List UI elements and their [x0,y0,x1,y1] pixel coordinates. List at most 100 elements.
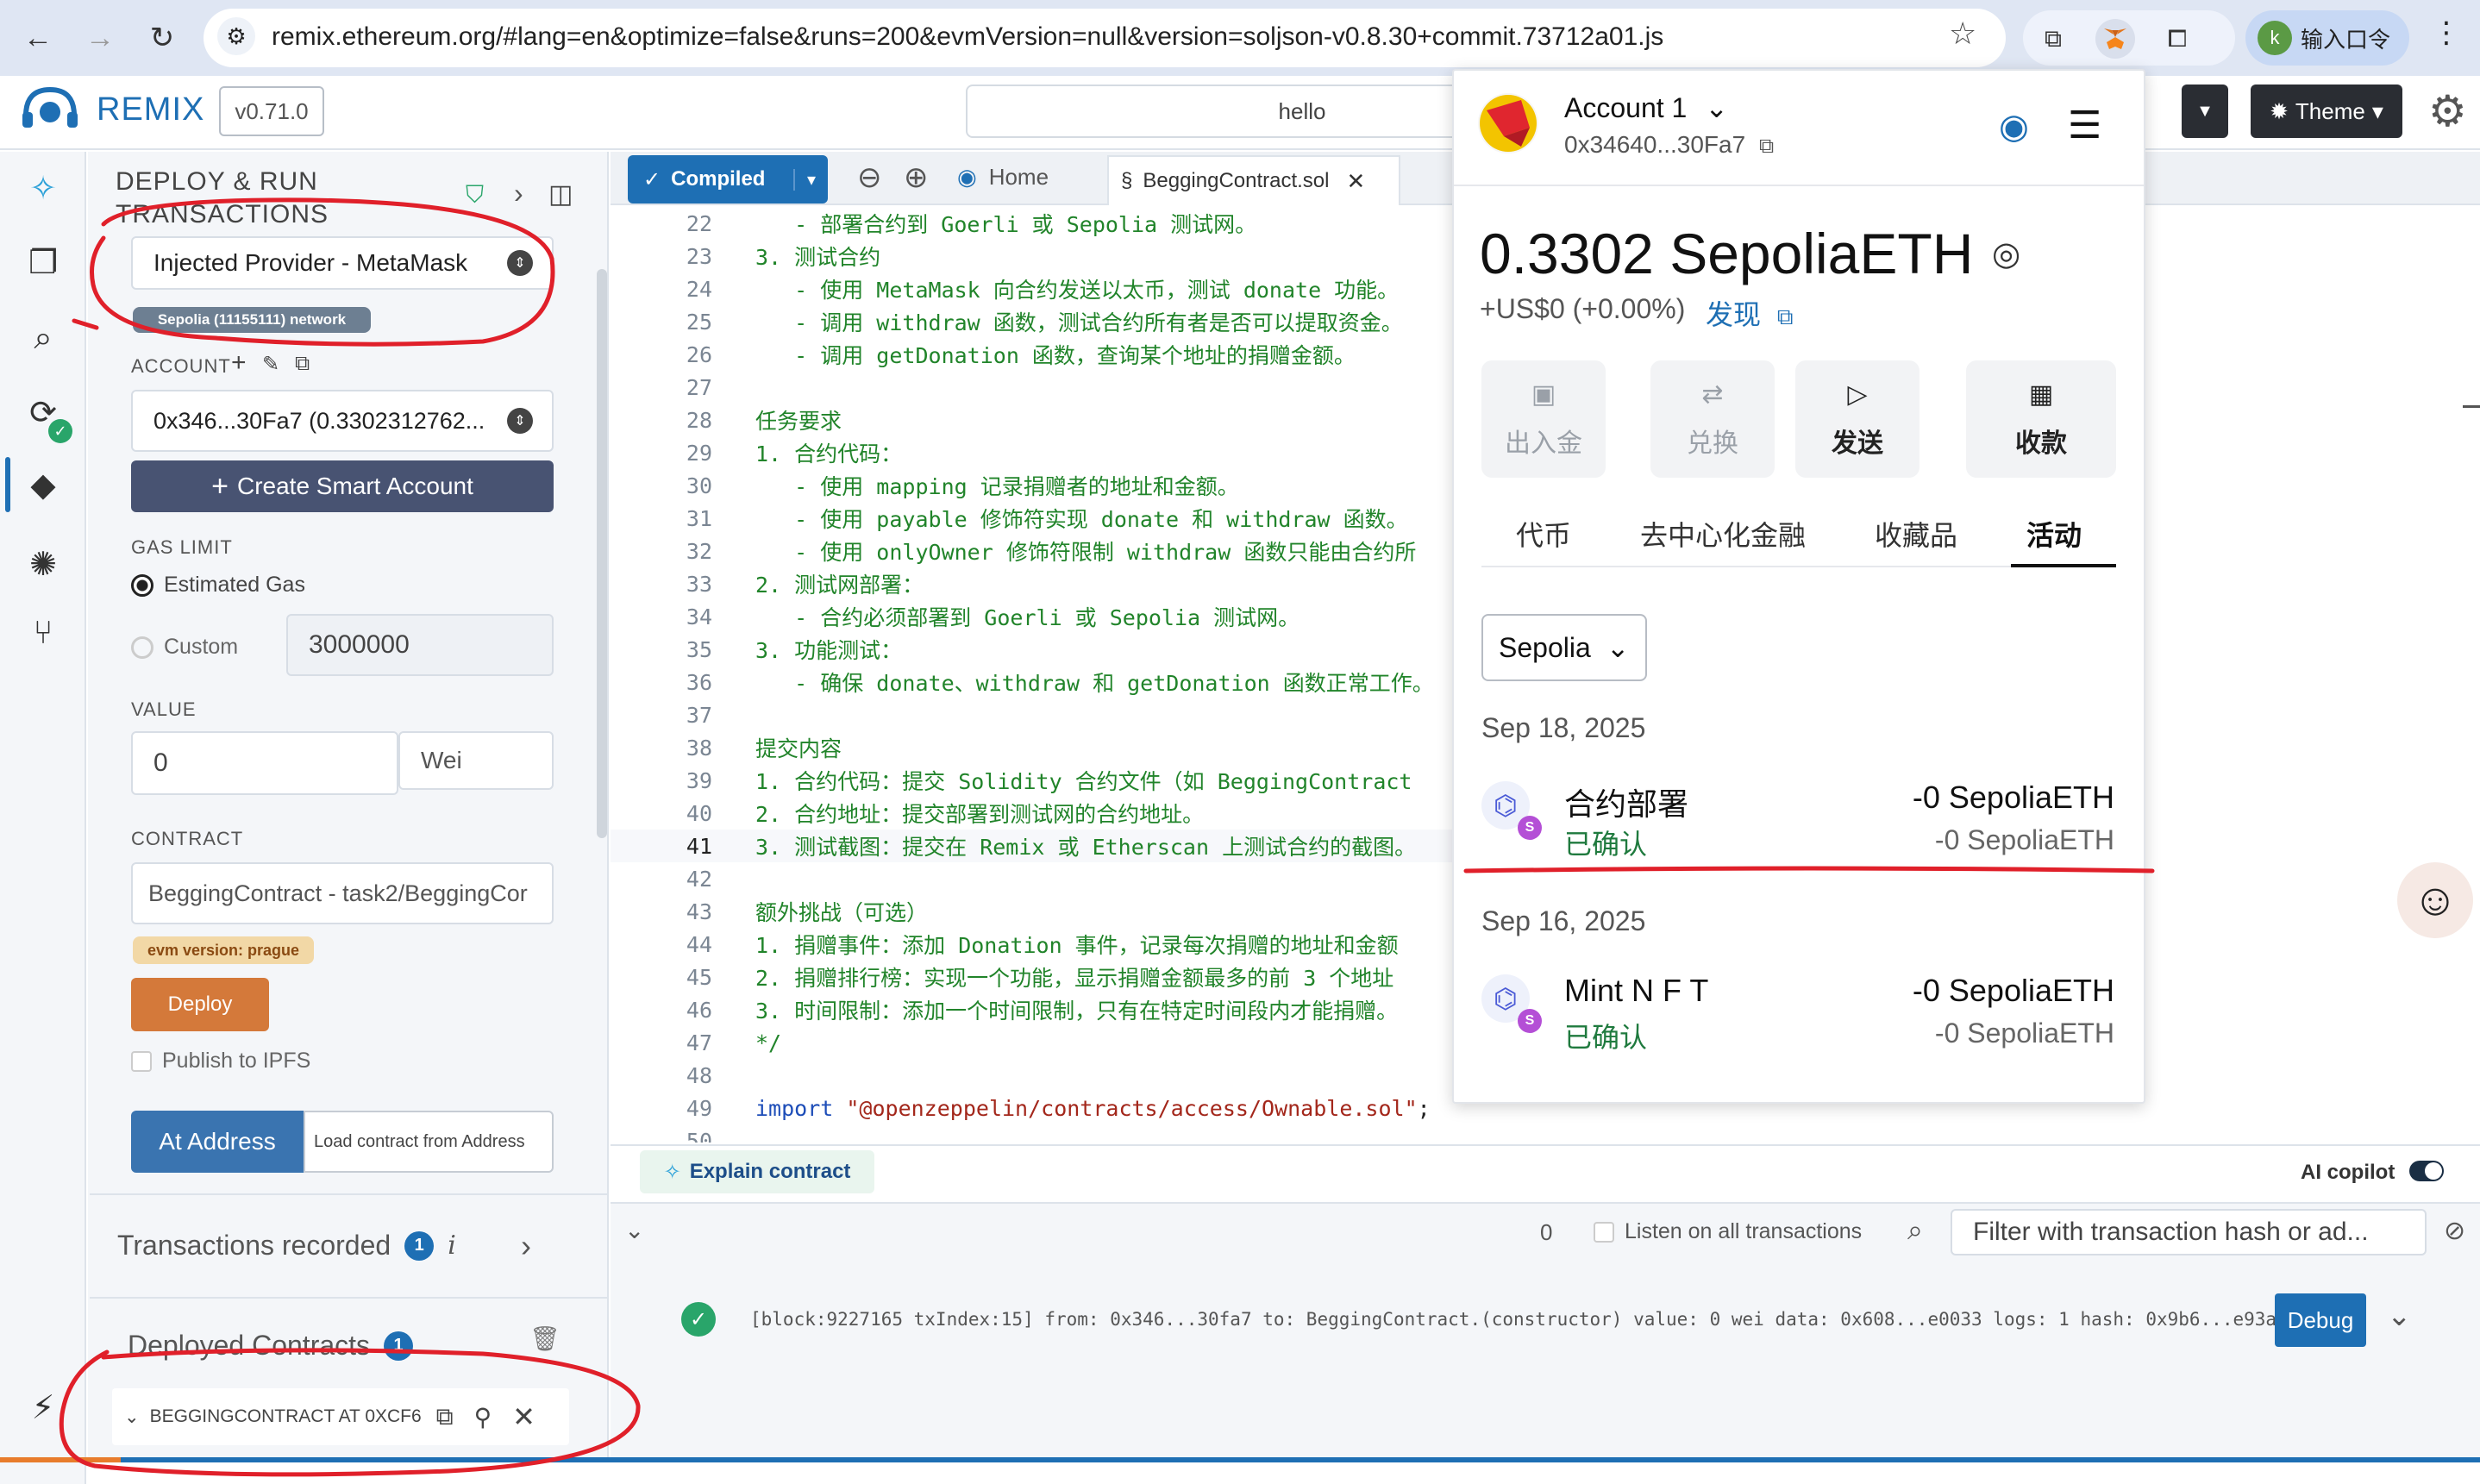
code-line[interactable]: 33 2. 测试网部署： [611,567,1507,600]
search-icon[interactable]: ⌕ [1907,1214,1923,1247]
edit-account-icon[interactable]: ✎ [262,352,279,377]
ai-copilot-toggle[interactable] [2409,1161,2444,1181]
bookmark-star-icon[interactable]: ☆ [1949,16,1976,52]
panel-scrollbar[interactable] [597,269,607,838]
profile-button[interactable]: k 输入口令 [2245,10,2409,66]
code-editor[interactable]: 22 - 部署合约到 Goerli 或 Sepolia 测试网。 23 3. 测试合… [611,207,1507,1143]
ai-icon[interactable]: ✧ [19,164,67,212]
explain-contract-button[interactable]: ✧ Explain contract [640,1150,874,1193]
compiled-button[interactable]: ✓ Compiled ▾ [628,155,828,204]
copy-icon[interactable]: ⧉ [436,1403,454,1431]
account-address[interactable]: 0x34640...30Fa7 ⧉ [1564,131,1774,159]
back-icon[interactable]: ← [16,16,60,60]
create-smart-account-button[interactable]: + Create Smart Account [131,460,554,512]
discover-link[interactable]: 发现 ⧉ [1706,293,1793,333]
publish-ipfs-checkbox[interactable]: Publish to IPFS [131,1049,310,1074]
url-text[interactable]: remix.ethereum.org/#lang=en&optimize=fal… [272,22,1663,52]
tab-file[interactable]: § BeggingContract.sol ✕ [1107,155,1400,205]
estimated-gas-radio[interactable]: Estimated Gas [131,573,305,598]
trash-icon[interactable]: 🗑 [529,1324,561,1353]
tab-activity[interactable]: 活动 [2026,514,2082,554]
browser-menu-icon[interactable]: ⋮ [2432,16,2461,50]
debugger-bug-icon[interactable]: ✺ [19,540,67,588]
deployed-contract-item[interactable]: ⌄ BEGGINGCONTRACT AT 0XCF6 ⧉ ⚲ ✕ [112,1388,569,1445]
code-line[interactable]: 40 2. 合约地址：提交部署到测试网的合约地址。 [611,797,1507,830]
dropdown-caret-icon[interactable]: ▼ [2182,85,2228,138]
listen-all-checkbox[interactable]: Listen on all transactions [1594,1219,1862,1244]
panel-toggle-icon[interactable]: ◫ [548,179,573,210]
add-account-icon[interactable]: + [231,348,247,378]
assistant-avatar-icon[interactable]: ☺ [2397,862,2473,938]
hamburger-menu-icon[interactable]: ☰ [2068,103,2101,147]
expand-tx-icon[interactable]: ⌄ [2387,1299,2412,1333]
chevron-right-icon[interactable]: › [514,178,523,210]
code-line[interactable]: 32 - 使用 onlyOwner 修饰符限制 withdraw 函数只能由合约… [611,535,1507,567]
code-line[interactable]: 41 3. 测试截图：提交在 Remix 或 Etherscan 上测试合约的截图… [611,830,1507,862]
at-address-button[interactable]: At Address [131,1111,304,1173]
pin-icon[interactable]: ⚲ [474,1403,492,1431]
code-line[interactable]: 26 - 调用 getDonation 函数，查询某个地址的捐赠金额。 [611,338,1507,371]
code-line[interactable]: 43 额外挑战（可选） [611,895,1507,928]
code-line[interactable]: 31 - 使用 payable 修饰符实现 donate 和 withdraw … [611,502,1507,535]
eye-icon[interactable]: ◎ [1992,235,2020,273]
zoom-out-icon[interactable]: ⊖ [857,160,882,195]
collapse-terminal-icon[interactable]: ⌄ [624,1216,644,1244]
caret-down-icon[interactable]: ▾ [792,168,828,191]
reload-icon[interactable]: ↻ [140,16,185,60]
code-line[interactable]: 46 3. 时间限制：添加一个时间限制，只有在特定时间段内才能捐赠。 [611,993,1507,1026]
code-line[interactable]: 48 [611,1059,1507,1092]
metamask-extension-icon[interactable] [2095,19,2135,59]
load-address-input[interactable]: Load contract from Address [304,1111,554,1173]
code-line[interactable]: 35 3. 功能测试： [611,633,1507,666]
code-line[interactable]: 44 1. 捐赠事件：添加 Donation 事件，记录每次捐赠的地址和金额 [611,928,1507,961]
info-icon[interactable]: i [448,1230,456,1261]
tx-log-line[interactable]: [block:9227165 txIndex:15] from: 0x346..… [750,1309,2288,1330]
copy-account-icon[interactable]: ⧉ [295,352,310,376]
tab-nfts[interactable]: 收藏品 [1875,514,1957,554]
code-line[interactable]: 22 - 部署合约到 Goerli 或 Sepolia 测试网。 [611,207,1507,240]
code-line[interactable]: 34 - 合约必须部署到 Goerli 或 Sepolia 测试网。 [611,600,1507,633]
remix-logo-icon[interactable] [19,81,81,136]
tab-defi[interactable]: 去中心化金融 [1640,514,1806,554]
value-input[interactable]: 0 [131,731,398,795]
debug-button[interactable]: Debug [2275,1293,2366,1347]
code-line[interactable]: 42 [611,862,1507,895]
deploy-run-icon[interactable]: ◆ [19,460,67,509]
activity-title[interactable]: Mint N F T [1564,973,1708,1009]
account-avatar-icon[interactable] [1478,93,1538,153]
code-line[interactable]: 27 [611,371,1507,404]
tab-home[interactable]: ◉ Home [957,164,1049,191]
code-line[interactable]: 38 提交内容 [611,731,1507,764]
contract-select[interactable]: BeggingContract - task2/BeggingCor [131,862,554,924]
code-line[interactable]: 39 1. 合约代码：提交 Solidity 合约文件（如 BeggingCont… [611,764,1507,797]
theme-button[interactable]: ✹ Theme ▾ [2251,85,2402,138]
code-line[interactable]: 29 1. 合约代码： [611,436,1507,469]
site-settings-icon[interactable]: ⚙ [217,17,255,55]
environment-select[interactable]: Injected Provider - MetaMask ⇕ [131,236,554,290]
code-line[interactable]: 30 - 使用 mapping 记录捐赠者的地址和金额。 [611,469,1507,502]
action-receive[interactable]: ▦ 收款 [1966,360,2116,478]
chevron-right-icon[interactable]: › [521,1228,531,1264]
value-unit-select[interactable]: Wei [398,731,554,790]
code-line[interactable]: 37 [611,698,1507,731]
action-swap[interactable]: ⇄ 兑换 [1650,360,1775,478]
close-icon[interactable]: ✕ [512,1400,535,1433]
tab-tokens[interactable]: 代币 [1516,514,1571,554]
translate-icon[interactable]: ⧉ [2033,19,2073,59]
custom-gas-radio[interactable]: Custom [131,635,238,660]
deploy-button[interactable]: Deploy [131,978,269,1031]
file-explorer-icon[interactable]: ❐ [19,238,67,286]
close-tab-icon[interactable]: ✕ [1347,168,1366,195]
transactions-recorded-row[interactable]: Transactions recorded 1 i [117,1230,456,1262]
code-line[interactable]: 25 - 调用 withdraw 函数，测试合约所有者是否可以提取资金。 [611,305,1507,338]
action-buy-sell[interactable]: ▣ 出入金 [1481,360,1606,478]
git-icon[interactable]: ⑂ [19,609,67,657]
account-name[interactable]: Account 1 ⌄ [1564,91,1728,124]
forward-icon[interactable]: → [78,16,122,60]
search-icon[interactable]: ⌕ [19,314,67,362]
code-line[interactable]: 28 任务要求 [611,404,1507,436]
action-send[interactable]: ▷ 发送 [1795,360,1919,478]
code-line[interactable]: 24 - 使用 MetaMask 向合约发送以太币，测试 donate 功能。 [611,272,1507,305]
account-select[interactable]: 0x346...30Fa7 (0.3302312762... ⇕ [131,390,554,452]
code-line[interactable]: 45 2. 捐赠排行榜：实现一个功能，显示捐赠金额最多的前 3 个地址 [611,961,1507,993]
